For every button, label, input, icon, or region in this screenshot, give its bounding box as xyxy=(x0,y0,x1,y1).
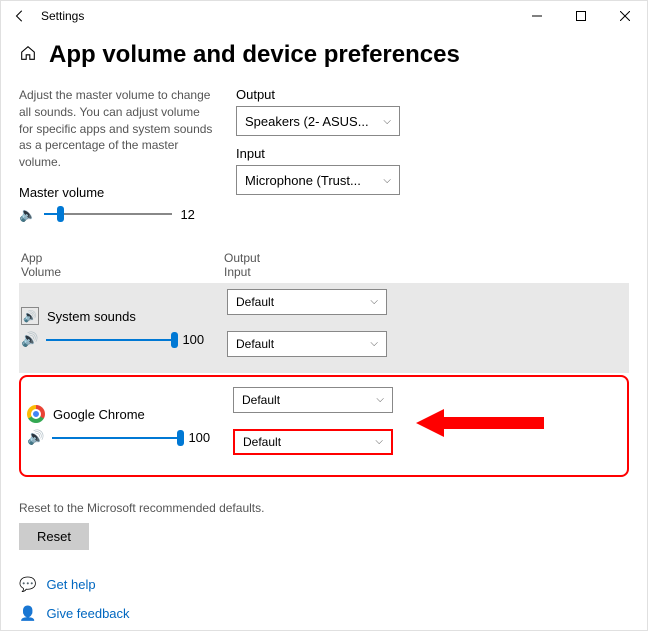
feedback-icon: 👤 xyxy=(19,605,36,622)
app-name: System sounds xyxy=(47,309,136,324)
speaker-icon[interactable]: 🔊 xyxy=(27,429,44,446)
close-button[interactable] xyxy=(603,1,647,31)
help-icon: 💬 xyxy=(19,576,36,593)
col-input-label: Input xyxy=(224,265,260,279)
app-output-select[interactable]: Default ⌵ xyxy=(233,387,393,413)
app-input-value: Default xyxy=(236,337,274,351)
chevron-down-icon: ⌵ xyxy=(370,296,378,307)
titlebar: Settings xyxy=(1,1,647,31)
chevron-down-icon: ⌵ xyxy=(383,116,391,127)
col-app-label: App xyxy=(21,251,224,265)
app-volume-value: 100 xyxy=(182,332,208,347)
reset-button[interactable]: Reset xyxy=(19,523,89,550)
minimize-button[interactable] xyxy=(515,1,559,31)
app-input-select[interactable]: Default ⌵ xyxy=(227,331,387,357)
arrow-annotation xyxy=(416,409,544,437)
highlight-annotation: Google Chrome 🔊 100 Default ⌵ xyxy=(19,375,629,477)
app-output-value: Default xyxy=(242,393,280,407)
description-text: Adjust the master volume to change all s… xyxy=(19,87,214,171)
get-help-link[interactable]: Get help xyxy=(46,577,95,592)
input-device-value: Microphone (Trust... xyxy=(245,173,361,188)
app-row-system-sounds: 🔊 System sounds 🔊 100 Default ⌵ xyxy=(19,283,629,373)
system-sounds-icon: 🔊 xyxy=(21,307,39,325)
app-volume-slider[interactable] xyxy=(52,437,180,439)
chevron-down-icon: ⌵ xyxy=(370,338,378,349)
apps-table-header: App Volume Output Input xyxy=(19,251,629,279)
output-device-value: Speakers (2- ASUS... xyxy=(245,114,369,129)
back-button[interactable] xyxy=(9,5,31,27)
window-title: Settings xyxy=(41,9,84,23)
input-device-select[interactable]: Microphone (Trust... ⌵ xyxy=(236,165,400,195)
app-volume-value: 100 xyxy=(188,430,214,445)
speaker-icon[interactable]: 🔊 xyxy=(21,331,38,348)
col-output-label: Output xyxy=(224,251,260,265)
input-label: Input xyxy=(236,146,400,161)
chevron-down-icon: ⌵ xyxy=(383,175,391,186)
app-input-select[interactable]: Default ⌵ xyxy=(233,429,393,455)
master-volume-slider[interactable] xyxy=(44,213,172,215)
reset-description: Reset to the Microsoft recommended defau… xyxy=(19,501,629,515)
chevron-down-icon: ⌵ xyxy=(376,394,384,405)
app-output-select[interactable]: Default ⌵ xyxy=(227,289,387,315)
output-device-select[interactable]: Speakers (2- ASUS... ⌵ xyxy=(236,106,400,136)
home-icon[interactable] xyxy=(19,44,37,67)
maximize-button[interactable] xyxy=(559,1,603,31)
give-feedback-link[interactable]: Give feedback xyxy=(46,606,129,621)
app-name: Google Chrome xyxy=(53,407,145,422)
chevron-down-icon: ⌵ xyxy=(375,436,383,447)
app-output-value: Default xyxy=(236,295,274,309)
master-volume-label: Master volume xyxy=(19,185,214,200)
output-label: Output xyxy=(236,87,400,102)
chrome-icon xyxy=(27,405,45,423)
speaker-icon[interactable]: 🔈 xyxy=(19,206,36,223)
col-volume-label: Volume xyxy=(21,265,224,279)
app-input-value: Default xyxy=(243,435,281,449)
page-title: App volume and device preferences xyxy=(49,41,460,69)
master-volume-value: 12 xyxy=(180,207,206,222)
app-volume-slider[interactable] xyxy=(46,339,174,341)
